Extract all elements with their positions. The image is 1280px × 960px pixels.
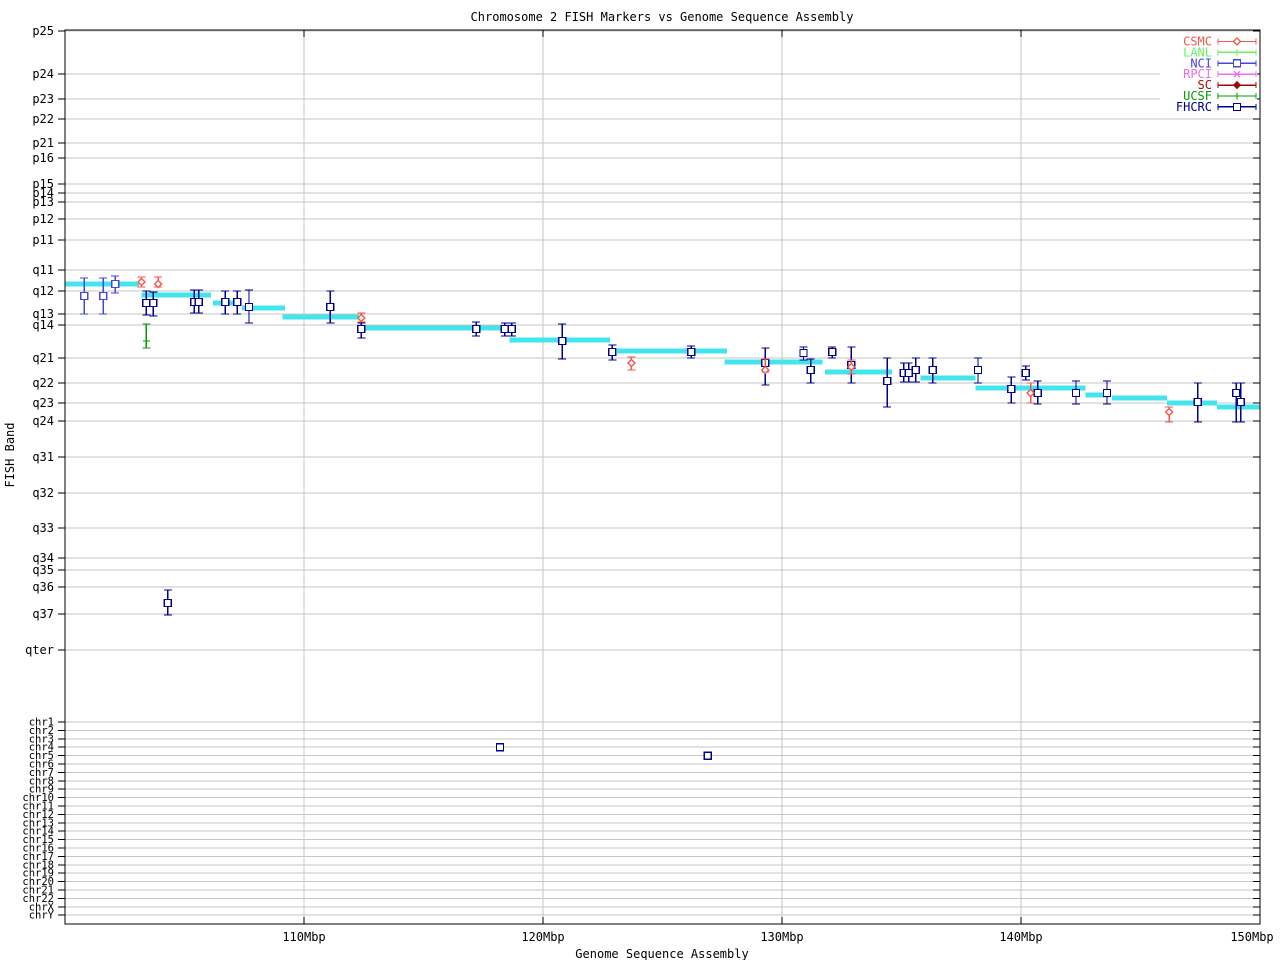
- marker-square: [703, 751, 713, 760]
- marker-square: [1232, 59, 1242, 68]
- legend-label-fhcrc: FHCRC: [1176, 100, 1212, 114]
- y-band-label: p23: [32, 92, 54, 106]
- marker-square: [500, 324, 509, 334]
- marker-square: [1232, 102, 1242, 112]
- y-band-label: p25: [32, 24, 54, 38]
- marker-square: [220, 297, 230, 307]
- y-band-label: q33: [32, 521, 54, 535]
- marker-square: [911, 365, 921, 375]
- marker-square: [882, 376, 892, 386]
- marker-square: [827, 347, 837, 357]
- y-band-label: q22: [32, 376, 54, 390]
- y-band-label: p22: [32, 112, 54, 126]
- marker-square: [904, 368, 913, 378]
- y-band-label: p11: [32, 233, 54, 247]
- marker-square: [1193, 397, 1203, 407]
- marker-square: [149, 298, 158, 308]
- y-band-label: p21: [32, 136, 54, 150]
- plot-border: [64, 29, 1261, 925]
- marker-square: [973, 365, 983, 375]
- marker-diamond: [1164, 407, 1174, 417]
- marker-square: [1007, 384, 1016, 394]
- x-tick-label: 140Mbp: [999, 930, 1042, 944]
- marker-square: [608, 347, 617, 357]
- y-band-label: p16: [32, 151, 54, 165]
- marker-square: [471, 324, 481, 334]
- marker-square: [79, 291, 89, 301]
- marker-square: [357, 324, 366, 334]
- marker-square: [799, 348, 808, 358]
- marker-diamond: [626, 358, 636, 368]
- marker-square: [1102, 388, 1112, 398]
- y-band-label: q31: [32, 450, 54, 464]
- marker-square: [686, 347, 696, 357]
- marker-square: [557, 336, 567, 346]
- chart-figure: Chromosome 2 FISH Markers vs Genome Sequ…: [0, 0, 1280, 960]
- y-band-label: chrY: [29, 910, 55, 922]
- marker-diamond: [1026, 388, 1036, 398]
- marker-square: [1071, 388, 1081, 398]
- marker-square: [1236, 397, 1246, 407]
- y-band-label: q35: [32, 563, 54, 577]
- x-tick-label: 120Mbp: [521, 930, 564, 944]
- x-tick-label: 130Mbp: [760, 930, 803, 944]
- y-band-label: p24: [32, 67, 54, 81]
- y-band-label: p13: [32, 195, 54, 209]
- marker-square: [1231, 388, 1241, 398]
- y-band-label: q36: [32, 580, 54, 594]
- y-band-label: q14: [32, 318, 54, 332]
- plot-area: p25p24p23p22p21p16p15p14p13p12p11q11q12q…: [22, 24, 1273, 944]
- marker-square: [495, 743, 505, 752]
- y-band-label: q11: [32, 263, 54, 277]
- marker-square: [244, 302, 254, 312]
- marker-square: [194, 297, 204, 307]
- marker-square: [99, 291, 108, 301]
- marker-square: [110, 279, 120, 289]
- marker-square: [1033, 388, 1042, 398]
- marker-square: [1021, 368, 1030, 378]
- y-band-label: q21: [32, 351, 54, 365]
- y-band-label: q23: [32, 396, 54, 410]
- y-band-label: q24: [32, 414, 54, 428]
- y-band-label: q32: [32, 486, 54, 500]
- marker-square: [928, 365, 937, 375]
- y-band-label: qter: [25, 643, 54, 657]
- marker-square: [326, 302, 335, 312]
- marker-square: [806, 365, 815, 375]
- marker-square: [232, 297, 242, 307]
- x-tick-label: 150Mbp: [1230, 930, 1273, 944]
- marker-square: [163, 598, 172, 608]
- y-band-label: q37: [32, 607, 54, 621]
- y-band-label: p12: [32, 212, 54, 226]
- marker-square: [507, 324, 517, 334]
- y-band-label: q12: [32, 284, 54, 298]
- marker-square: [142, 298, 151, 308]
- x-tick-label: 110Mbp: [282, 930, 325, 944]
